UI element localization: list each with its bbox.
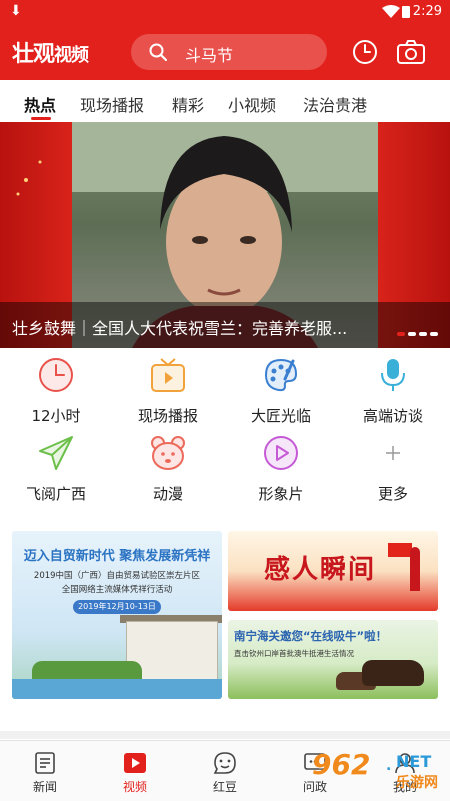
banner-carousel[interactable]: 壮乡鼓舞｜全国人大代表祝雪兰：完善养老服... [0, 122, 450, 348]
status-bar: ⬇ 2:29 [0, 0, 450, 24]
nav-label: 新闻 [32, 780, 57, 794]
battery-icon [402, 6, 410, 18]
carousel-dot [397, 332, 405, 336]
nav-hongdou[interactable]: 红豆 [180, 741, 270, 801]
category-image-film[interactable]: 形象片 [225, 435, 337, 511]
plus-icon [386, 446, 400, 460]
promo-line: 全国网络主流媒体凭祥行活动 [61, 585, 173, 595]
figure-illustration [410, 547, 420, 591]
tab-live-report[interactable]: 现场播报 [80, 92, 144, 116]
section-divider [0, 731, 450, 739]
category-animation[interactable]: 动漫 [112, 435, 224, 511]
banner-caption-bar: 壮乡鼓舞｜全国人大代表祝雪兰：完善养老服... [0, 302, 450, 348]
app-bar: 壮观视频 斗马节 [0, 24, 450, 80]
search-icon [149, 43, 167, 61]
cattle-illustration [362, 660, 424, 686]
category-label: 形象片 [258, 485, 304, 503]
microphone-icon [381, 359, 405, 391]
camera-icon[interactable] [396, 39, 426, 65]
wifi-icon [382, 5, 400, 18]
category-label: 12小时 [31, 407, 81, 425]
carousel-dot [419, 332, 427, 336]
carousel-dot [408, 332, 416, 336]
promo-date-badge: 2019年12月10-13日 [73, 600, 161, 614]
promo-free-trade-zone[interactable]: 迈入自贸新时代 聚焦发展新凭祥 2019中国（广西）自由贸易试验区崇左片区 全国… [12, 531, 222, 699]
carousel-dots [394, 321, 438, 340]
logo-sub: 视频 [54, 45, 89, 66]
tab-hot[interactable]: 热点 [24, 92, 56, 116]
water-illustration [12, 679, 222, 699]
category-master-craftsman[interactable]: 大匠光临 [225, 357, 337, 433]
carousel-dot [430, 332, 438, 336]
paper-plane-icon [39, 436, 73, 470]
watermark: 962 . NET 乐游网 [312, 748, 444, 794]
video-icon [124, 753, 146, 773]
category-label: 现场播报 [137, 407, 198, 425]
tv-icon [151, 358, 185, 392]
chat-face-icon [213, 752, 236, 774]
history-clock-icon[interactable] [352, 39, 378, 65]
promo-title: 感人瞬间 [264, 555, 377, 585]
category-fly-guangxi[interactable]: 飞阅广西 [0, 435, 112, 511]
category-label: 更多 [377, 485, 408, 503]
promo-line: 2019中国（广西）自由贸易试验区崇左片区 [33, 571, 201, 581]
category-12-hours[interactable]: 12小时 [0, 357, 112, 433]
promo-touching-moments[interactable]: 感人瞬间 [228, 531, 438, 611]
search-hint: 斗马节 [185, 46, 234, 65]
category-live-report[interactable]: 现场播报 [112, 357, 224, 433]
watermark-number: 962 [312, 748, 371, 781]
category-label: 动漫 [152, 485, 183, 503]
tab-short-video[interactable]: 小视频 [228, 92, 276, 116]
palette-icon [264, 358, 298, 392]
search-bar[interactable]: 斗马节 [131, 34, 327, 70]
category-interview[interactable]: 高端访谈 [337, 357, 449, 433]
promo-headline: 南宁海关邀您“在线吸牛”啦！ [234, 629, 388, 643]
watermark-site: 乐游网 [396, 775, 438, 791]
nav-news[interactable]: 新闻 [0, 741, 90, 801]
tab-legal-guigang[interactable]: 法治贵港 [303, 92, 367, 116]
tab-indicator [31, 117, 51, 120]
tab-highlights[interactable]: 精彩 [172, 92, 204, 116]
promo-sub: 直击钦州口岸首批澳牛抵港生活情况 [234, 649, 354, 658]
banner-caption: 壮乡鼓舞｜全国人大代表祝雪兰：完善养老服... [12, 319, 348, 338]
promo-customs-cattle[interactable]: 南宁海关邀您“在线吸牛”啦！ 直击钦州口岸首批澳牛抵港生活情况 [228, 620, 438, 699]
app-logo: 壮观视频 [12, 36, 89, 68]
category-label: 大匠光临 [250, 407, 311, 425]
logo-main: 壮观 [12, 41, 55, 67]
flag-illustration [388, 543, 412, 557]
promo-headline: 迈入自贸新时代 聚焦发展新凭祥 [23, 549, 211, 564]
category-label: 飞阅广西 [25, 485, 86, 503]
bear-icon [151, 436, 185, 470]
category-more[interactable]: 更多 [337, 435, 449, 511]
download-icon: ⬇ [10, 3, 22, 19]
nav-label: 视频 [122, 780, 147, 794]
channel-tabs: 热点 现场播报 精彩 小视频 法治贵港 [0, 80, 450, 122]
watermark-dot: . [386, 758, 392, 774]
nav-label: 红豆 [212, 780, 237, 794]
news-icon [35, 752, 55, 774]
trees-illustration [32, 661, 142, 681]
watermark-net: NET [396, 752, 432, 771]
clock-icon [39, 358, 73, 392]
status-time: 2:29 [412, 4, 442, 19]
play-circle-icon [264, 436, 298, 470]
category-label: 高端访谈 [362, 407, 423, 425]
nav-video[interactable]: 视频 [90, 741, 180, 801]
